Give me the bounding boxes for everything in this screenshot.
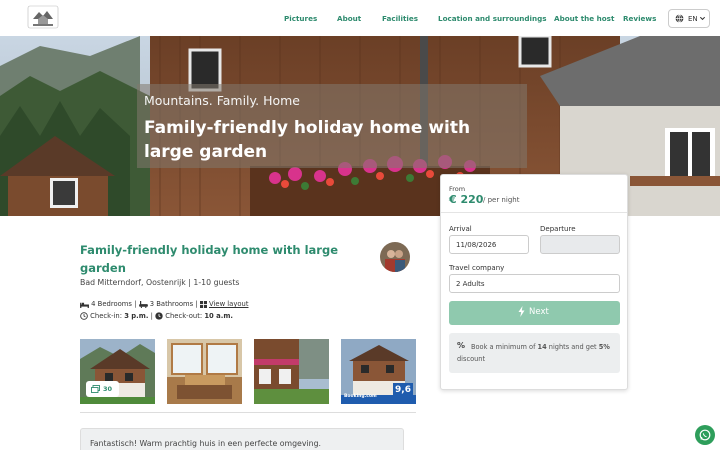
house-mountain-logo[interactable] [27, 5, 59, 29]
discount-promo: % Book a minimum of 14 nights and get 5%… [449, 333, 620, 373]
arrival-date-input[interactable]: 11/08/2026 [449, 235, 529, 254]
clock-outline-icon [80, 312, 88, 320]
photo-count-badge[interactable]: 30 [86, 381, 119, 397]
price-value: € 220 [449, 193, 484, 206]
gallery-thumb-4[interactable]: Booking.com 9,6 [341, 339, 416, 404]
separator: | [195, 300, 198, 308]
separator: | [134, 300, 137, 308]
layout-grid-icon [199, 300, 207, 308]
travel-company-select[interactable]: 2 Adults [449, 274, 620, 293]
listing-title: Family-friendly holiday home with large … [80, 243, 338, 275]
bed-icon [80, 302, 89, 308]
whatsapp-icon [699, 429, 711, 441]
review-snippet: Fantastisch! Warm prachtig huis in een p… [80, 428, 404, 450]
booking-card: From € 220 / per night Arrival 11/08/202… [440, 174, 628, 390]
nav-location[interactable]: Location and surroundings [438, 14, 547, 23]
clock-filled-icon [155, 312, 163, 320]
chevron-down-icon [699, 16, 706, 21]
section-divider [80, 412, 416, 413]
listing-specs: 4 Bedrooms | 3 Bathrooms | View layout [80, 300, 249, 308]
top-navigation: Pictures About Facilities Location and s… [0, 0, 720, 36]
checkin-time: 3 p.m. [124, 312, 149, 320]
checkin-label: Check-in: [90, 312, 123, 320]
nav-reviews[interactable]: Reviews [623, 14, 656, 23]
gallery-thumb-1[interactable]: 30 [80, 339, 155, 404]
card-divider [441, 212, 627, 213]
booking-score-badge: 9,6 [393, 383, 413, 401]
departure-date-input[interactable] [540, 235, 620, 254]
nav-facilities[interactable]: Facilities [382, 14, 418, 23]
house-balcony-photo [254, 339, 329, 404]
hero-subtitle: Mountains. Family. Home [144, 93, 300, 108]
photo-count: 30 [103, 385, 113, 393]
language-label: EN [688, 15, 698, 23]
bedrooms-count: 4 Bedrooms [91, 300, 132, 308]
bath-icon [138, 300, 148, 308]
departure-label: Departure [540, 225, 576, 233]
checkout-label: Check-out: [165, 312, 203, 320]
checkout-time: 10 a.m. [204, 312, 233, 320]
bolt-icon [518, 306, 525, 317]
hero-title: Family-friendly holiday home with large … [144, 118, 471, 162]
whatsapp-button[interactable] [695, 425, 715, 445]
dining-room-photo [167, 339, 242, 404]
arrival-label: Arrival [449, 225, 472, 233]
view-layout-link[interactable]: View layout [209, 300, 249, 308]
nav-about-host[interactable]: About the host [554, 14, 614, 23]
booking-brand: Booking.com [344, 394, 377, 399]
gallery-thumb-2[interactable] [167, 339, 242, 404]
price-per-night: / per night [483, 196, 520, 204]
nav-pictures[interactable]: Pictures [284, 14, 317, 23]
next-button-label: Next [529, 307, 549, 317]
globe-icon [675, 14, 684, 23]
bathrooms-count: 3 Bathrooms [149, 300, 194, 308]
language-selector[interactable]: EN [668, 9, 710, 28]
images-icon [91, 385, 100, 393]
promo-text: Book a minimum of 14 nights and get 5% d… [457, 343, 610, 363]
host-avatar[interactable] [380, 242, 410, 272]
next-button[interactable]: Next [449, 301, 620, 325]
nav-about[interactable]: About [337, 14, 361, 23]
separator: | [150, 312, 153, 320]
price-from-label: From [449, 185, 466, 193]
checkin-checkout: Check-in: 3 p.m. | Check-out: 10 a.m. [80, 312, 233, 320]
gallery-thumb-3[interactable] [254, 339, 329, 404]
listing-location: Bad Mitterndorf, Oostenrijk | 1-10 guest… [80, 278, 240, 287]
travel-company-label: Travel company [449, 264, 505, 272]
